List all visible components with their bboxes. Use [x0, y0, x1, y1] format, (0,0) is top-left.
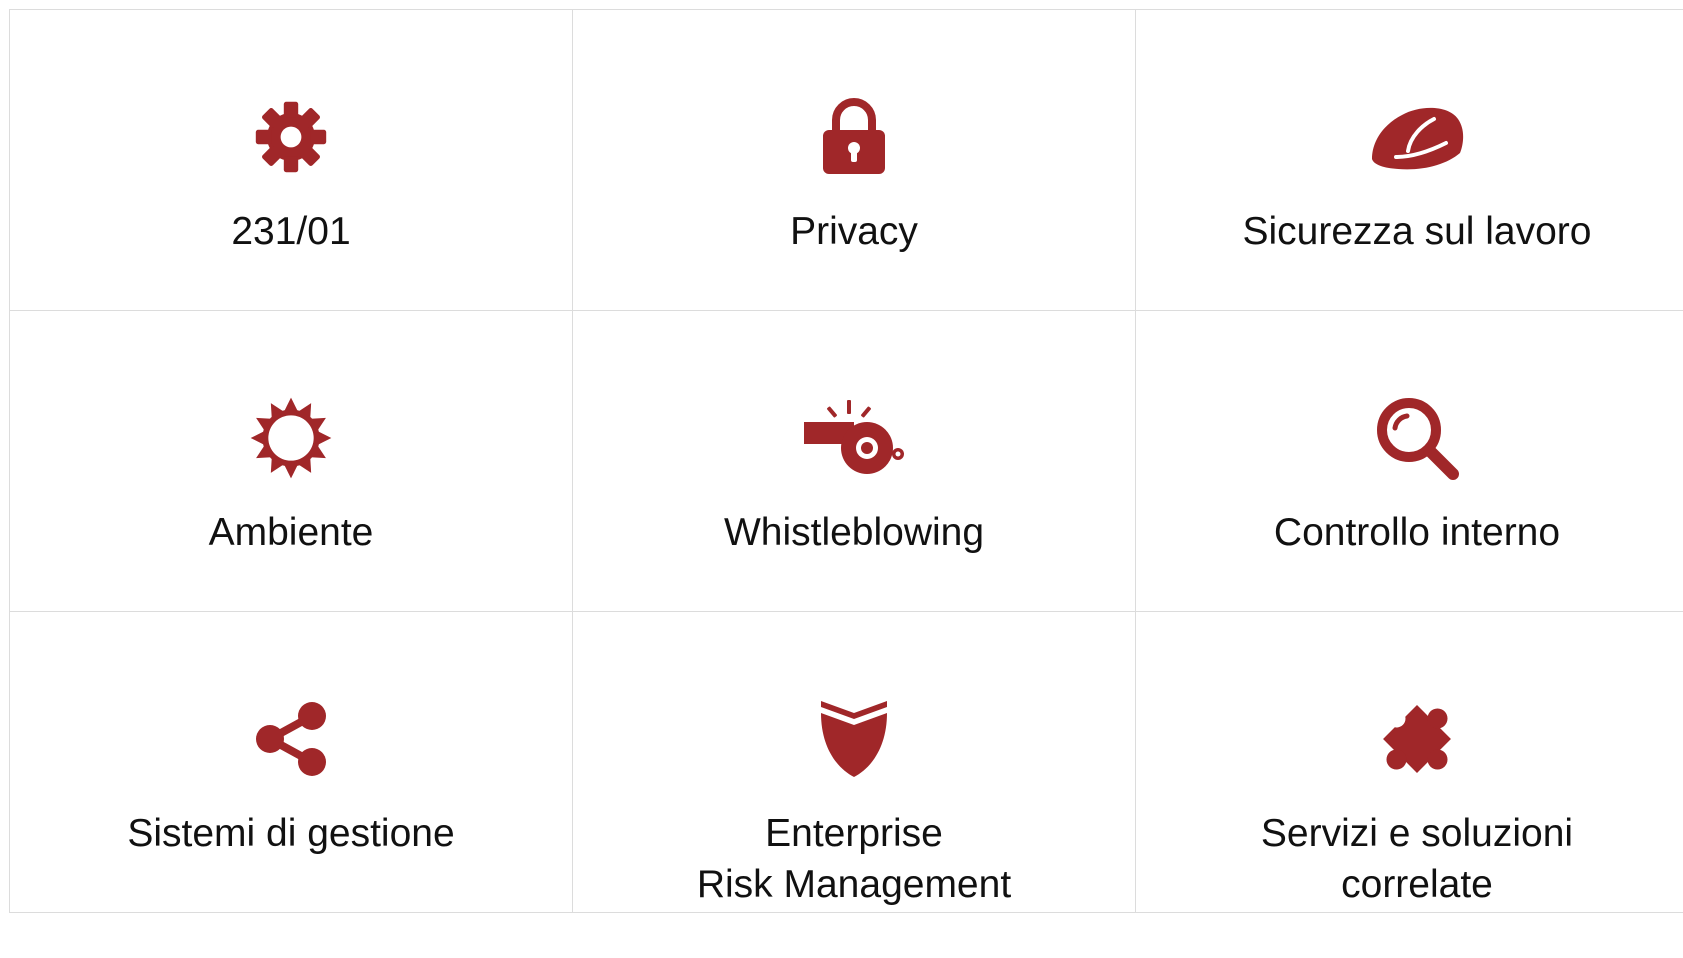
- tile-controllo-interno[interactable]: Controllo interno: [1136, 311, 1683, 612]
- tile-label-line: Enterprise: [765, 812, 943, 855]
- puzzle-icon: [1357, 694, 1477, 784]
- tile-whistleblowing[interactable]: Whistleblowing: [573, 311, 1136, 612]
- magnifier-icon: [1357, 393, 1477, 483]
- tile-label: Controllo interno: [1136, 507, 1683, 558]
- tile-label: 231/01: [10, 206, 572, 257]
- tile-label-line: Sicurezza sul lavoro: [1242, 210, 1592, 253]
- tile-label-line: Risk Management: [696, 863, 1012, 906]
- tile-label-line: Ambiente: [208, 511, 374, 554]
- tile-privacy[interactable]: Privacy: [573, 10, 1136, 311]
- tile-ambiente[interactable]: Ambiente: [10, 311, 573, 612]
- whistle-icon: [794, 393, 914, 483]
- shield-icon: [794, 694, 914, 784]
- tile-label: Servizi e soluzioni correlate: [1136, 808, 1683, 910]
- gear-icon: [231, 92, 351, 182]
- tile-label-line: Privacy: [790, 210, 918, 253]
- tile-enterprise-risk-management[interactable]: Enterprise Risk Management: [573, 612, 1136, 913]
- tile-label-line: 231/01: [231, 210, 351, 253]
- lock-icon: [794, 92, 914, 182]
- tile-sicurezza-sul-lavoro[interactable]: Sicurezza sul lavoro: [1136, 10, 1683, 311]
- tile-servizi-e-soluzioni-correlate[interactable]: Servizi e soluzioni correlate: [1136, 612, 1683, 913]
- tile-label-line: Whistleblowing: [723, 511, 985, 554]
- tile-label-line: Servizi e soluzioni: [1260, 812, 1574, 855]
- tile-label: Ambiente: [10, 507, 572, 558]
- tile-231-01[interactable]: 231/01: [10, 10, 573, 311]
- share-icon: [231, 694, 351, 784]
- tile-label: Enterprise Risk Management: [573, 808, 1135, 910]
- tile-sistemi-di-gestione[interactable]: Sistemi di gestione: [10, 612, 573, 913]
- hard-hat-icon: [1357, 92, 1477, 182]
- tile-label-line: Sistemi di gestione: [127, 812, 455, 855]
- tile-label: Sicurezza sul lavoro: [1136, 206, 1683, 257]
- tile-label: Whistleblowing: [573, 507, 1135, 558]
- tile-label: Sistemi di gestione: [10, 808, 572, 859]
- tile-label-line: Controllo interno: [1273, 511, 1561, 554]
- sun-icon: [231, 393, 351, 483]
- tile-label: Privacy: [573, 206, 1135, 257]
- services-grid: 231/01 Privacy Sicurezza sul lavoro Ambi…: [9, 9, 1683, 913]
- tile-label-line: correlate: [1341, 863, 1493, 906]
